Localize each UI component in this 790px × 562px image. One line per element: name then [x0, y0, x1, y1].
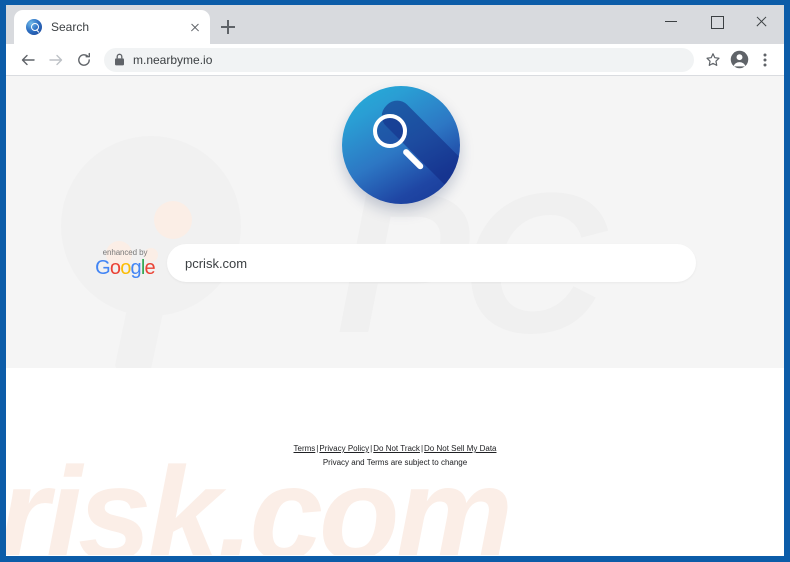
- reload-icon[interactable]: [70, 46, 98, 74]
- search-row: enhanced by Google: [6, 244, 784, 282]
- search-globe-icon: [26, 19, 42, 35]
- enhanced-by-label: enhanced by: [102, 247, 148, 257]
- tab-title: Search: [51, 20, 90, 34]
- three-dot-menu-icon[interactable]: [752, 47, 778, 73]
- page-footer: Terms|Privacy Policy|Do Not Track|Do Not…: [6, 443, 784, 467]
- footer-link-privacy-policy[interactable]: Privacy Policy: [319, 444, 369, 453]
- google-letter-o1: o: [109, 256, 121, 279]
- search-input[interactable]: [185, 255, 678, 271]
- search-input-wrapper[interactable]: [167, 244, 696, 282]
- footer-note: Privacy and Terms are subject to change: [322, 458, 468, 467]
- google-letter-e: e: [144, 256, 156, 279]
- footer-link-terms[interactable]: Terms: [294, 444, 316, 453]
- watermark-dot: [154, 201, 192, 239]
- minimize-window-button[interactable]: [649, 5, 694, 38]
- google-letter-g2: g: [130, 256, 142, 279]
- logo-long-shadow: [376, 94, 460, 204]
- hero-section: PC enhanced by Google pcrisk.com: [6, 76, 784, 368]
- url-text: m.nearbyme.io: [133, 52, 213, 67]
- profile-avatar-icon[interactable]: [726, 47, 752, 73]
- browser-window: Search m.nearbyme.io PC enhanced by Goog…: [6, 5, 784, 556]
- page-content: PC enhanced by Google pcrisk.com risk.co…: [6, 76, 784, 555]
- google-letter-g1: G: [95, 256, 111, 279]
- address-bar[interactable]: m.nearbyme.io: [104, 47, 694, 72]
- star-icon[interactable]: [700, 47, 726, 73]
- footer-links: Terms|Privacy Policy|Do Not Track|Do Not…: [6, 443, 784, 455]
- browser-window-frame: Search m.nearbyme.io PC enhanced by Goog…: [0, 0, 790, 562]
- magnifying-glass-logo: [342, 86, 460, 204]
- google-letter-o2: o: [120, 256, 131, 279]
- new-tab-icon[interactable]: [214, 13, 242, 41]
- footer-link-do-not-track[interactable]: Do Not Track: [373, 444, 420, 453]
- forward-arrow-icon[interactable]: [42, 46, 70, 74]
- lock-icon: [115, 53, 124, 66]
- watermark-magnifier-icon: [61, 136, 241, 316]
- tab-search[interactable]: Search: [14, 10, 210, 44]
- logo-lens: [373, 114, 407, 148]
- enhanced-by-google-badge: enhanced by Google: [94, 247, 156, 278]
- browser-toolbar: m.nearbyme.io: [6, 44, 784, 76]
- google-wordmark: Google: [94, 258, 156, 278]
- back-arrow-icon[interactable]: [14, 46, 42, 74]
- window-controls: [649, 5, 784, 38]
- close-window-button[interactable]: [739, 5, 784, 38]
- close-tab-icon[interactable]: [186, 18, 204, 36]
- tab-strip: Search: [6, 5, 784, 44]
- footer-link-do-not-sell-my-data[interactable]: Do Not Sell My Data: [424, 444, 496, 453]
- maximize-window-button[interactable]: [694, 5, 739, 38]
